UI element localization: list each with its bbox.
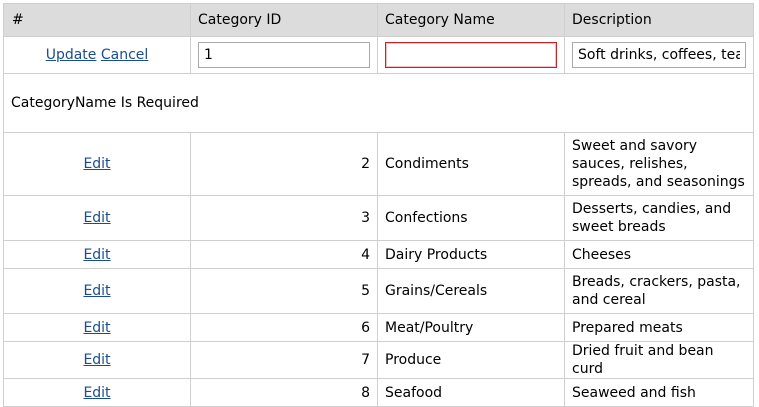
description-cell: Prepared meats [564,313,754,342]
update-link[interactable]: Update [46,47,97,63]
row-command-cell: Edit [3,341,191,379]
category-id-cell: 6 [190,313,378,342]
edit-link[interactable]: Edit [83,156,110,172]
table-row: Edit 5 Grains/Cereals Breads, crackers, pas… [3,268,754,314]
column-header-description[interactable]: Description [564,3,754,37]
row-command-cell: Edit [3,378,191,407]
category-id-cell: 2 [190,132,378,196]
row-command-cell: Edit [3,268,191,314]
category-id-cell: 3 [190,195,378,241]
header-row: # Category ID Category Name Description [3,3,754,37]
row-command-cell: Edit [3,195,191,241]
table-row: Edit 2 Condiments Sweet and savory sauces, … [3,132,754,196]
column-header-category-name[interactable]: Category Name [377,3,565,37]
category-name-cell: Meat/Poultry [377,313,565,342]
category-name-input[interactable] [385,42,557,68]
edit-command-cell: Update Cancel [3,36,191,74]
description-cell: Dried fruit and bean curd [564,341,754,379]
description-cell: Seaweed and fish [564,378,754,407]
edit-link[interactable]: Edit [83,283,110,299]
row-command-cell: Edit [3,132,191,196]
description-cell: Sweet and savory sauces, relishes, sprea… [564,132,754,196]
edit-link[interactable]: Edit [83,385,110,401]
category-name-cell: Seafood [377,378,565,407]
table-row: Edit 8 Seafood Seaweed and fish [3,378,754,407]
table-row: Edit 6 Meat/Poultry Prepared meats [3,313,754,342]
data-rows: Edit 2 Condiments Sweet and savory sauces, … [3,132,754,407]
edit-row: Update Cancel [3,36,754,74]
description-input[interactable] [572,42,746,68]
edit-link[interactable]: Edit [83,210,110,226]
cancel-link[interactable]: Cancel [101,47,148,63]
description-edit-cell [564,36,754,74]
description-cell: Desserts, candies, and sweet breads [564,195,754,241]
category-name-cell: Grains/Cereals [377,268,565,314]
edit-link[interactable]: Edit [83,320,110,336]
category-name-cell: Condiments [377,132,565,196]
category-name-edit-cell [377,36,565,74]
description-cell: Cheeses [564,240,754,269]
category-id-cell: 8 [190,378,378,407]
category-id-cell: 5 [190,268,378,314]
row-command-cell: Edit [3,313,191,342]
edit-link[interactable]: Edit [83,352,110,368]
category-id-cell: 4 [190,240,378,269]
table-row: Edit 3 Confections Desserts, candies, and s… [3,195,754,241]
description-cell: Breads, crackers, pasta, and cereal [564,268,754,314]
validation-message: CategoryName Is Required [3,73,754,133]
category-name-cell: Confections [377,195,565,241]
table-row: Edit 4 Dairy Products Cheeses [3,240,754,269]
category-name-cell: Dairy Products [377,240,565,269]
category-name-cell: Produce [377,341,565,379]
validation-row: CategoryName Is Required [3,73,754,133]
row-command-cell: Edit [3,240,191,269]
column-header-category-id[interactable]: Category ID [190,3,378,37]
table-row: Edit 7 Produce Dried fruit and bean curd [3,341,754,379]
category-id-input[interactable] [198,42,370,68]
categories-grid: # Category ID Category Name Description … [3,3,754,407]
category-id-cell: 7 [190,341,378,379]
edit-link[interactable]: Edit [83,247,110,263]
category-id-edit-cell [190,36,378,74]
column-header-index: # [3,3,191,37]
